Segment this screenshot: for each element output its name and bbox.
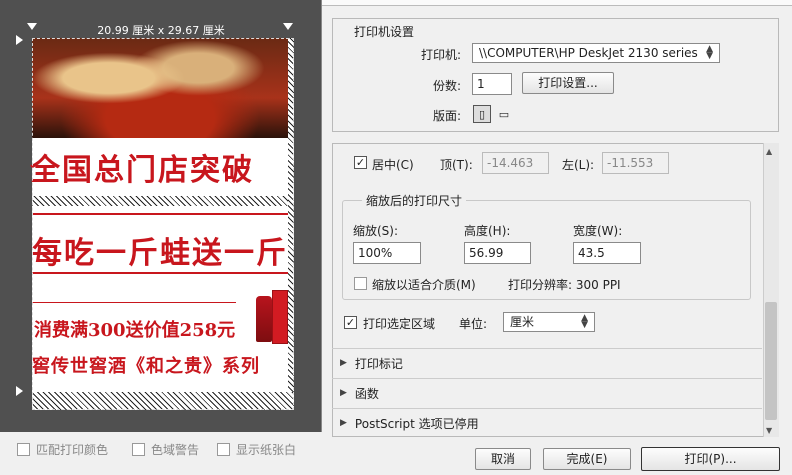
scrollbar-thumb[interactable] <box>765 302 777 420</box>
chevron-updown-icon: ▲ ▼ <box>706 44 713 61</box>
left-bottom-marker-icon[interactable] <box>16 386 23 396</box>
left-top-marker-icon[interactable] <box>16 35 23 45</box>
scroll-down-icon[interactable]: ▼ <box>766 426 772 435</box>
width-input[interactable]: 43.5 <box>573 242 641 264</box>
scroll-up-icon[interactable]: ▲ <box>766 147 772 156</box>
center-checkbox[interactable] <box>354 156 367 169</box>
left-offset-input[interactable]: -11.553 <box>602 152 669 174</box>
center-label: 居中(C) <box>372 158 414 172</box>
height-label: 高度(H): <box>464 224 511 238</box>
cancel-button[interactable]: 取消 <box>475 448 531 470</box>
print-selected-area-checkbox[interactable] <box>344 316 357 329</box>
fit-media-label: 缩放以适合介质(M) <box>372 278 476 292</box>
width-label: 宽度(W): <box>573 224 623 238</box>
match-print-colors-option[interactable]: 匹配打印颜色 <box>17 441 108 458</box>
disclosure-right-icon: ▶ <box>340 418 347 428</box>
printer-select[interactable]: \\COMPUTER\HP DeskJet 2130 series ▲ ▼ <box>472 43 720 63</box>
unit-label: 单位: <box>459 317 488 331</box>
layout-label: 版面: <box>433 109 462 123</box>
fit-media-checkbox[interactable] <box>354 277 367 290</box>
gamut-warning-checkbox[interactable] <box>132 443 145 456</box>
print-resolution-text: 打印分辨率: 300 PPI <box>508 278 621 292</box>
gamut-warning-option[interactable]: 色域警告 <box>132 441 199 458</box>
top-offset-input[interactable]: -14.463 <box>482 152 549 174</box>
left-offset-label: 左(L): <box>562 158 595 172</box>
paper-border <box>32 38 294 410</box>
section-postscript[interactable]: ▶ PostScript 选项已停用 <box>332 408 762 437</box>
disclosure-right-icon: ▶ <box>340 388 347 398</box>
scale-input[interactable]: 100% <box>353 242 421 264</box>
copies-label: 份数: <box>433 79 462 93</box>
unit-select[interactable]: 厘米 ▲ ▼ <box>503 312 595 332</box>
show-paper-white-checkbox[interactable] <box>217 443 230 456</box>
unit-select-value: 厘米 <box>510 315 535 329</box>
section-functions[interactable]: ▶ 函数 <box>332 378 762 407</box>
show-paper-white-option[interactable]: 显示纸张白 <box>217 441 296 458</box>
paper-dimension-label: 20.99 厘米 x 29.67 厘米 <box>97 24 225 37</box>
printer-label: 打印机: <box>421 48 462 62</box>
portrait-layout-icon[interactable]: ▯ <box>473 105 491 123</box>
printer-select-value: \\COMPUTER\HP DeskJet 2130 series <box>479 46 698 60</box>
show-paper-white-label: 显示纸张白 <box>236 443 297 457</box>
match-print-colors-label: 匹配打印颜色 <box>36 443 109 457</box>
scale-label: 缩放(S): <box>353 224 399 238</box>
height-input[interactable]: 56.99 <box>464 242 531 264</box>
print-marks-label: 打印标记 <box>354 356 403 371</box>
printer-settings-title: 打印机设置 <box>354 25 415 39</box>
disclosure-right-icon: ▶ <box>340 358 347 368</box>
chevron-updown-icon: ▲ ▼ <box>581 313 588 330</box>
functions-label: 函数 <box>354 386 379 401</box>
done-button[interactable]: 完成(E) <box>543 448 631 470</box>
section-print-marks[interactable]: ▶ 打印标记 <box>332 348 762 377</box>
postscript-label: PostScript 选项已停用 <box>354 416 479 431</box>
scaled-size-title: 缩放后的打印尺寸 <box>362 192 467 209</box>
print-selected-area-label: 打印选定区域 <box>363 317 436 331</box>
top-offset-label: 顶(T): <box>440 158 473 172</box>
landscape-layout-icon[interactable]: ▭ <box>495 105 513 123</box>
copies-input[interactable]: 1 <box>472 73 512 95</box>
print-button[interactable]: 打印(P)... <box>641 447 780 471</box>
print-settings-button[interactable]: 打印设置... <box>522 72 614 94</box>
match-print-colors-checkbox[interactable] <box>17 443 30 456</box>
gamut-warning-label: 色域警告 <box>151 443 200 457</box>
